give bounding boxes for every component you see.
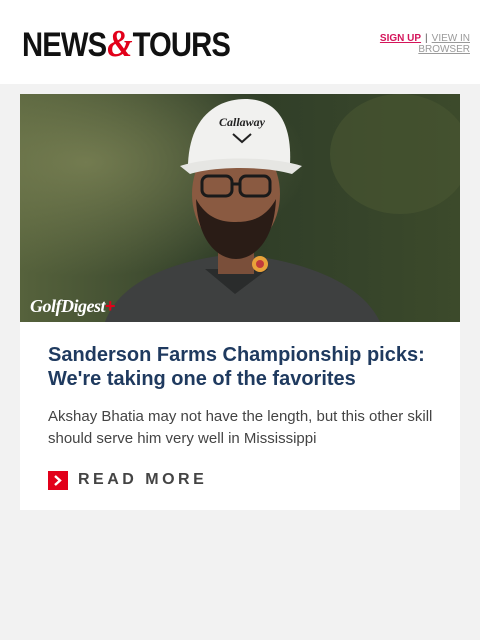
link-separator: |: [425, 33, 428, 44]
sign-up-link[interactable]: SIGN UP: [380, 33, 421, 44]
article-title[interactable]: Sanderson Farms Championship picks: We'r…: [48, 343, 443, 391]
news-and-tours-logo[interactable]: NEWS&TOURS: [22, 23, 231, 65]
golfer-photo: Callaway: [20, 94, 460, 322]
email-header: NEWS&TOURS SIGN UP | VIEW IN BROWSER: [0, 0, 480, 84]
article-hero-image[interactable]: Callaway GolfDigest+: [20, 94, 460, 322]
logo-word-tours: TOURS: [132, 26, 231, 64]
golf-digest-plus-logo: GolfDigest+: [30, 296, 116, 317]
article-dek: Akshay Bhatia may not have the length, b…: [48, 408, 433, 447]
cap-brand-text: Callaway: [219, 115, 266, 129]
read-more-label: READ MORE: [78, 471, 208, 488]
article-card: Callaway GolfDigest+ Sanderson Farms Cha…: [20, 94, 460, 510]
golf-digest-wordmark: GolfDigest: [30, 296, 106, 316]
chevron-right-icon: [48, 470, 68, 490]
plus-mark: +: [105, 296, 116, 316]
read-more-button[interactable]: READ MORE: [48, 470, 207, 490]
logo-word-news: NEWS: [22, 26, 107, 64]
logo-ampersand: &: [107, 23, 132, 65]
header-links: SIGN UP | VIEW IN BROWSER: [360, 33, 470, 55]
